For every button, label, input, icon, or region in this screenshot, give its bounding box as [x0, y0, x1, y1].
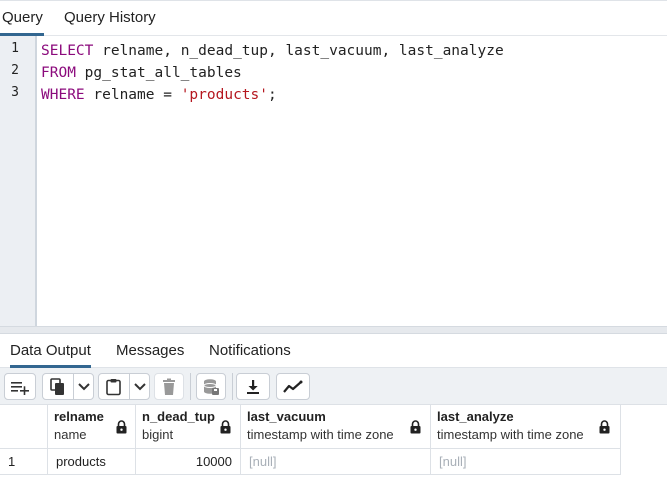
- column-header-relname[interactable]: relname name: [48, 405, 136, 449]
- tab-notifications[interactable]: Notifications: [209, 334, 291, 368]
- add-row-icon: [11, 381, 29, 395]
- column-type: timestamp with time zone: [247, 427, 394, 442]
- row-number[interactable]: 1: [0, 449, 48, 475]
- column-name: relname: [54, 409, 104, 424]
- sql-editor[interactable]: 1 2 3 SELECT relname, n_dead_tup, last_v…: [0, 36, 667, 326]
- copy-button[interactable]: [42, 373, 94, 400]
- save-data-button[interactable]: [196, 373, 226, 400]
- tab-query-history[interactable]: Query History: [64, 2, 156, 36]
- query-tabs: Query Query History: [0, 0, 667, 36]
- download-icon: [247, 379, 259, 394]
- column-type: timestamp with time zone: [437, 427, 584, 442]
- sql-text: relname =: [84, 87, 181, 103]
- column-name: n_dead_tup: [142, 409, 215, 424]
- toolbar-divider: [190, 373, 191, 400]
- copy-icon: [50, 377, 64, 395]
- line-number: 1: [11, 41, 19, 56]
- line-number: 3: [11, 85, 19, 100]
- tab-query[interactable]: Query: [0, 2, 44, 36]
- column-type: name: [54, 427, 87, 442]
- sql-keyword: WHERE: [41, 87, 85, 103]
- sql-keyword: FROM: [41, 65, 76, 81]
- lock-icon: [220, 420, 231, 434]
- graph-icon: [283, 380, 303, 393]
- code-line[interactable]: WHERE relname = 'products';: [41, 84, 277, 106]
- line-number: 2: [11, 63, 19, 78]
- column-header-last-analyze[interactable]: last_analyze timestamp with time zone: [431, 405, 621, 449]
- paste-icon: [106, 378, 121, 395]
- chevron-down-icon[interactable]: [134, 383, 146, 391]
- sql-text: pg_stat_all_tables: [75, 65, 242, 81]
- cell-last-analyze[interactable]: [null]: [431, 449, 621, 475]
- lock-icon: [410, 420, 421, 434]
- column-name: last_analyze: [437, 409, 514, 424]
- sql-keyword: SELECT: [41, 43, 94, 59]
- panel-splitter[interactable]: [0, 326, 667, 334]
- code-line[interactable]: FROM pg_stat_all_tables: [41, 62, 242, 84]
- cell-last-vacuum[interactable]: [null]: [241, 449, 431, 475]
- lock-icon: [599, 420, 610, 434]
- delete-button[interactable]: [154, 373, 184, 400]
- chevron-down-icon[interactable]: [78, 383, 90, 391]
- cell-relname[interactable]: products: [48, 449, 136, 475]
- tab-data-output[interactable]: Data Output: [10, 334, 91, 368]
- download-button[interactable]: [236, 373, 270, 400]
- add-row-button[interactable]: [4, 373, 36, 400]
- column-header-n-dead-tup[interactable]: n_dead_tup bigint: [136, 405, 241, 449]
- sql-text: ;: [268, 87, 277, 103]
- sql-string-literal: 'products': [180, 87, 268, 103]
- sql-text: relname, n_dead_tup, last_vacuum, last_a…: [93, 43, 504, 59]
- delete-icon: [163, 378, 175, 395]
- result-tabs: Data Output Messages Notifications: [0, 334, 667, 368]
- column-name: last_vacuum: [247, 409, 326, 424]
- code-line[interactable]: SELECT relname, n_dead_tup, last_vacuum,…: [41, 40, 504, 62]
- data-grid: relname name n_dead_tup bigint last_vacu…: [0, 405, 667, 486]
- line-number-gutter: 1 2 3: [0, 36, 37, 326]
- save-data-icon: [203, 378, 219, 395]
- graph-visualiser-button[interactable]: [276, 373, 310, 400]
- tab-messages[interactable]: Messages: [116, 334, 184, 368]
- paste-button[interactable]: [98, 373, 150, 400]
- column-header-last-vacuum[interactable]: last_vacuum timestamp with time zone: [241, 405, 431, 449]
- toolbar-divider: [232, 373, 233, 400]
- lock-icon: [116, 420, 127, 434]
- column-type: bigint: [142, 427, 174, 442]
- row-number-header[interactable]: [0, 405, 48, 449]
- cell-n-dead-tup[interactable]: 10000: [136, 449, 241, 475]
- results-toolbar: [0, 368, 667, 405]
